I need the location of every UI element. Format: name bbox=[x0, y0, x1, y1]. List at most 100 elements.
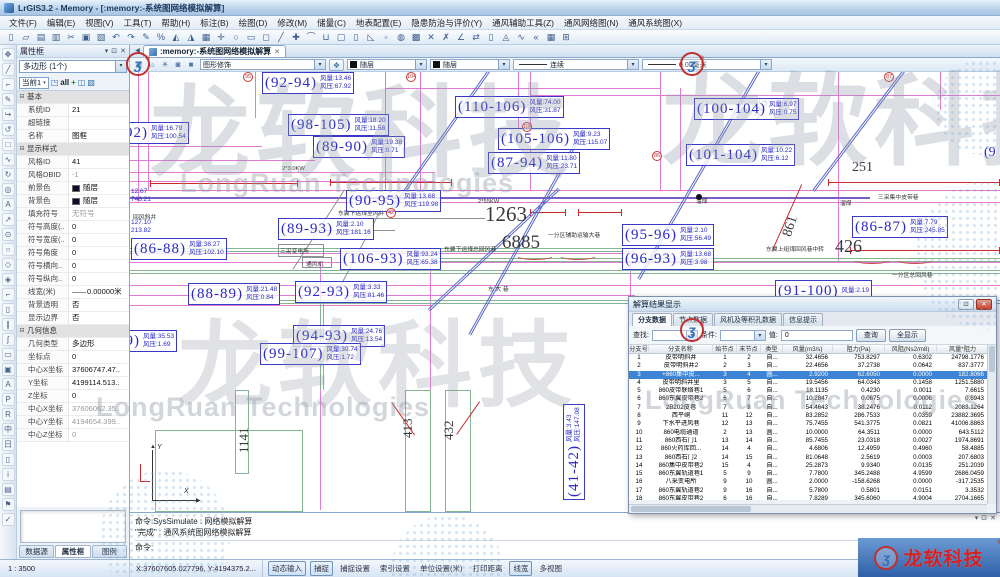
property-row[interactable]: Y坐标4199114.513.. bbox=[17, 377, 129, 390]
menu-item[interactable]: 修改(M) bbox=[272, 16, 312, 30]
node-circle[interactable]: 104 bbox=[406, 72, 416, 82]
apply-style-button[interactable]: ❖ bbox=[329, 59, 344, 71]
panel-tab[interactable]: 属性框 bbox=[55, 545, 90, 558]
new-file-icon[interactable]: ▯ bbox=[4, 31, 18, 44]
results-dialog[interactable]: 解算结果显示 ⊡ ✕ 分支数据节点数据风机及等积孔数据信息提示 查找: ▾ 条件… bbox=[628, 296, 997, 514]
bulb-icon[interactable]: ☼ bbox=[146, 60, 158, 69]
property-row[interactable]: 符号横向..0 bbox=[17, 260, 129, 273]
property-row[interactable]: 系统ID21 bbox=[17, 104, 129, 117]
move-tool-icon[interactable]: ✛ bbox=[214, 31, 228, 44]
status-toggle-button[interactable]: 动态输入 bbox=[268, 561, 306, 576]
edge-label[interactable]: 92)风量:16.79风压:100.54 bbox=[130, 122, 189, 144]
copy-icon[interactable]: ▣ bbox=[79, 31, 93, 44]
small-rect-tool-icon[interactable]: ▫ bbox=[379, 31, 393, 44]
line-tool-icon[interactable]: ╱ bbox=[274, 31, 288, 44]
redo-icon[interactable]: ↷ bbox=[124, 31, 138, 44]
label-p-tool-icon[interactable]: P bbox=[2, 393, 15, 406]
results-tab[interactable]: 分支数据 bbox=[632, 313, 672, 326]
undo-icon[interactable]: ↶ bbox=[109, 31, 123, 44]
text-tool-icon[interactable]: A bbox=[2, 198, 15, 211]
status-toggle-button[interactable]: 打印距离 bbox=[469, 562, 505, 575]
edge-label[interactable]: (106-93)风量:93.24风压:65.38 bbox=[340, 248, 441, 270]
table-row[interactable]: 18860东翼皮带巷2616自...7.8289345.60604.900427… bbox=[629, 495, 996, 500]
horizontal-scrollbar[interactable] bbox=[629, 504, 987, 513]
menu-item[interactable]: 帮助(H) bbox=[156, 16, 195, 30]
collapse-icon[interactable]: ⊟ bbox=[17, 91, 27, 103]
close-icon[interactable]: ✕ bbox=[990, 514, 996, 522]
value-input[interactable]: 0 bbox=[781, 330, 853, 341]
swap-tool-icon[interactable]: ⇄ bbox=[469, 31, 483, 44]
pan-tool-icon[interactable]: ✥ bbox=[2, 48, 15, 61]
layer-combo[interactable]: 图形修饰 ▾ bbox=[200, 59, 326, 70]
column-header[interactable]: 阻力(Pa) bbox=[833, 345, 885, 353]
table-row[interactable]: 13860西石门21415自...81.06482.56190.0003207.… bbox=[629, 454, 996, 462]
chevron-down-icon[interactable]: ▾ bbox=[627, 60, 638, 69]
property-row[interactable]: 符号宽度(..0 bbox=[17, 234, 129, 247]
sphere-tool-icon[interactable]: ◍ bbox=[394, 31, 408, 44]
all-button[interactable]: all bbox=[60, 78, 69, 87]
menu-item[interactable]: 绘图(D) bbox=[234, 16, 273, 30]
menu-item[interactable]: 文件(F) bbox=[4, 16, 42, 30]
edge-label[interactable]: (99-107)风量:30.74风压:1.72 bbox=[260, 343, 361, 365]
edge-label[interactable]: (92-93)风量:3.33风压:81.46 bbox=[295, 281, 387, 303]
node-circle[interactable]: 86 bbox=[652, 151, 662, 161]
current-combo[interactable]: 当前1 ▾ bbox=[19, 77, 49, 89]
sun-icon[interactable]: ☀ bbox=[159, 60, 171, 69]
menu-item[interactable]: 通风系统图(X) bbox=[623, 16, 687, 30]
hatch-tool-icon[interactable]: ▩ bbox=[409, 31, 423, 44]
edge-label[interactable]: (92-94)风量:13.46风压:67.92 bbox=[262, 72, 354, 94]
status-toggle-button[interactable]: 捕捉 bbox=[310, 561, 333, 576]
layer-tool-icon[interactable]: ▤ bbox=[2, 483, 15, 496]
snap-percent-icon[interactable]: % bbox=[154, 31, 168, 44]
triangle-tool-icon[interactable]: ◭ bbox=[169, 31, 183, 44]
menu-item[interactable]: 储量(C) bbox=[312, 16, 351, 30]
edge-label[interactable]: (89-90)风量:19.38风压:0.71 bbox=[313, 136, 405, 158]
edge-label[interactable]: (110-106)风量:74.00风压:31.87 bbox=[455, 96, 564, 118]
filter-icon[interactable]: ◫ bbox=[78, 78, 86, 87]
condition-combo[interactable]: ▾ bbox=[720, 330, 766, 341]
link-icon[interactable]: ◳ bbox=[51, 78, 59, 87]
rect-tool-icon[interactable]: ▭ bbox=[244, 31, 258, 44]
overlap-icon[interactable]: ▣ bbox=[133, 60, 145, 69]
chevron-down-icon[interactable]: ▾ bbox=[314, 60, 325, 69]
doc2-tool-icon[interactable]: ▯ bbox=[2, 453, 15, 466]
line-width-combo[interactable]: 0.00毫米 ▾ bbox=[642, 59, 772, 70]
arc-tool-icon[interactable]: ⌒ bbox=[304, 31, 318, 44]
table-row[interactable]: 15860东翼轨道巷159自...7.7800345.24884.9599268… bbox=[629, 470, 996, 478]
edge-label[interactable]: (101-104)风量:10.22风压:6.12 bbox=[686, 144, 795, 166]
print-icon[interactable]: ▥ bbox=[49, 31, 63, 44]
explode-tool-icon[interactable]: ✗ bbox=[439, 31, 453, 44]
check-tool-icon[interactable]: ✓ bbox=[2, 513, 15, 526]
rect-draw-icon[interactable]: □ bbox=[2, 138, 15, 151]
line-style-combo[interactable]: 连续 ▾ bbox=[513, 59, 639, 70]
circle-tool-icon[interactable]: ○ bbox=[229, 31, 243, 44]
label-a-tool-icon[interactable]: A bbox=[2, 378, 15, 391]
angle-tool-icon[interactable]: ∠ bbox=[454, 31, 468, 44]
chevron-down-icon[interactable]: ▾ bbox=[686, 331, 697, 340]
table-row[interactable]: 9下水平进风巷1213自...75.7455541.37750.08214100… bbox=[629, 420, 996, 428]
column-header[interactable]: 始节点 bbox=[713, 345, 737, 353]
rect2-tool-icon[interactable]: ▭ bbox=[2, 348, 15, 361]
menu-item[interactable]: 工具(T) bbox=[119, 16, 157, 30]
curve-draw-icon[interactable]: ∿ bbox=[2, 153, 15, 166]
menu-item[interactable]: 隐患防治与评价(Y) bbox=[406, 16, 487, 30]
property-group-row[interactable]: ⊟显示样式 bbox=[17, 143, 129, 156]
results-tab[interactable]: 节点数据 bbox=[673, 313, 713, 326]
property-row[interactable]: Z坐标0 bbox=[17, 390, 129, 403]
property-row[interactable]: 中心X坐标37606747.47.. bbox=[17, 364, 129, 377]
document-tab[interactable]: :memory:-系统图网络模拟解算 ✕ bbox=[143, 45, 286, 57]
ellipse-tool-icon[interactable]: ○ bbox=[2, 243, 15, 256]
column-header[interactable]: 分支名称 bbox=[649, 345, 713, 353]
column-header[interactable]: 末节点 bbox=[737, 345, 761, 353]
menu-item[interactable]: 标注(B) bbox=[195, 16, 233, 30]
sheet-tool-icon[interactable]: ▯ bbox=[349, 31, 363, 44]
integral-tool-icon[interactable]: ∫ bbox=[2, 333, 15, 346]
property-row[interactable]: 线宽(米)——0.00000米 bbox=[17, 286, 129, 299]
pick-box-icon[interactable]: ◻ bbox=[259, 31, 273, 44]
collapse-icon[interactable]: ⊟ bbox=[17, 143, 27, 155]
edge-label[interactable]: (89-93)风量:2.10风压:181.16 bbox=[278, 218, 374, 240]
table-row[interactable]: 72B202皮巷78自...54.464338.24760.01122083.1… bbox=[629, 404, 996, 412]
point-tool-icon[interactable]: ⊙ bbox=[2, 228, 15, 241]
restore-icon[interactable]: ⊡ bbox=[958, 299, 974, 310]
box-tool-icon[interactable]: ▢ bbox=[334, 31, 348, 44]
